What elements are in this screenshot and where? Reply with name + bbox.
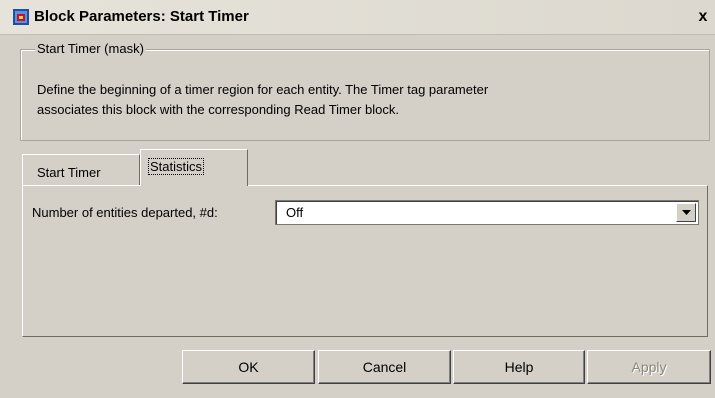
window-title: Block Parameters: Start Timer (34, 8, 249, 25)
dropdown-button[interactable] (676, 203, 696, 222)
entities-departed-label: Number of entities departed, #d: (32, 205, 218, 220)
tab-start-timer[interactable]: Start Timer (22, 154, 140, 186)
mask-description: Define the beginning of a timer region f… (37, 82, 489, 117)
mask-group-title: Start Timer (mask) (35, 41, 146, 56)
close-button[interactable]: x (694, 9, 712, 26)
tab-statistics-label: Statistics (147, 158, 205, 175)
title-bar: Block Parameters: Start Timer x (0, 0, 715, 35)
entities-departed-value: Off (286, 205, 304, 220)
simulink-block-icon (13, 9, 29, 25)
tab-start-timer-label: Start Timer (37, 165, 101, 180)
tab-statistics[interactable]: Statistics (140, 149, 248, 186)
chevron-down-icon (682, 210, 691, 215)
cancel-button[interactable]: Cancel (318, 350, 451, 384)
help-button[interactable]: Help (453, 350, 585, 384)
apply-button[interactable]: Apply (587, 350, 711, 384)
entities-departed-select[interactable]: Off (275, 200, 699, 225)
ok-button[interactable]: OK (182, 350, 315, 384)
